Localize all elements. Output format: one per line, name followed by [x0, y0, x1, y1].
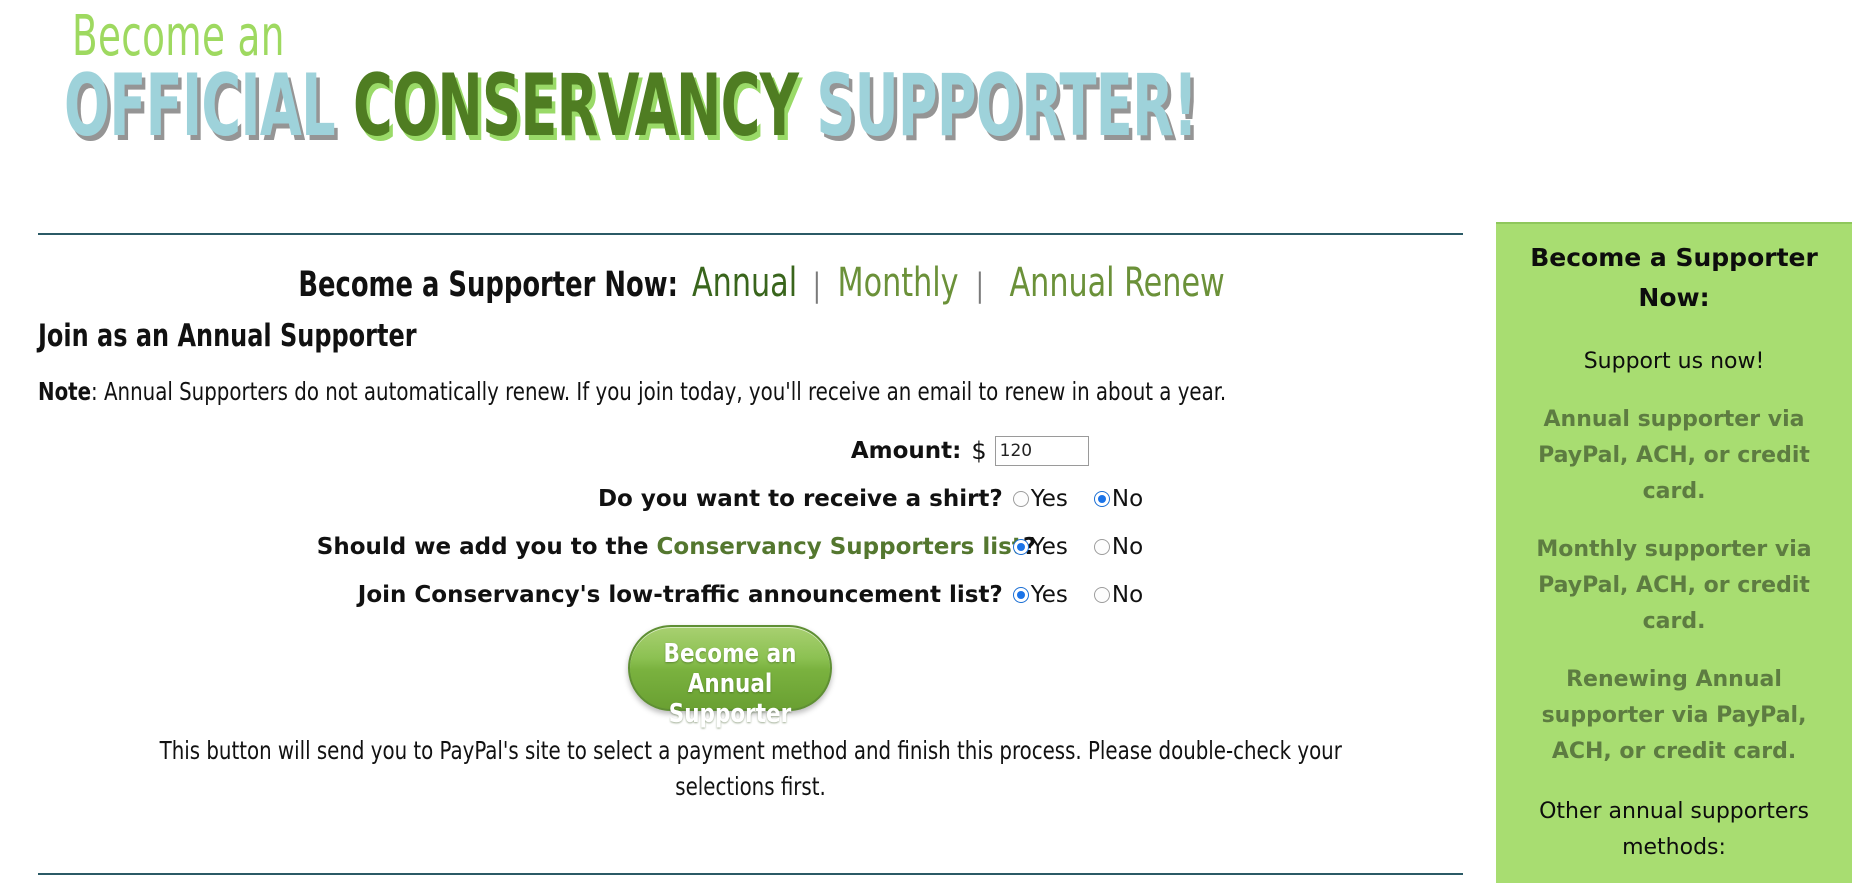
- nav-link-annual-renew[interactable]: Annual Renew: [1009, 260, 1224, 306]
- sidebar-link-annual[interactable]: Annual supporter via PayPal, ACH, or cre…: [1518, 402, 1830, 510]
- divider-bottom: [38, 873, 1463, 875]
- form-row-announcement-list: Join Conservancy's low-traffic announcem…: [0, 571, 1460, 619]
- banner-line-title: OFFICIAL CONSERVANCY SUPPORTER!: [64, 62, 1198, 150]
- conservancy-supporters-list-link[interactable]: Conservancy Supporters list: [657, 534, 1023, 560]
- paypal-disclaimer-line1: This button will send you to PayPal's si…: [159, 736, 1343, 765]
- supporters-list-option-no[interactable]: No: [1093, 534, 1144, 560]
- supporters-list-option-no-label: No: [1111, 534, 1144, 560]
- banner-word-supporter: SUPPORTER!: [816, 56, 1198, 156]
- paypal-disclaimer: This button will send you to PayPal's si…: [46, 733, 1456, 805]
- shirt-radio-group: Yes No: [1012, 486, 1144, 512]
- shirt-option-yes[interactable]: Yes: [1012, 486, 1068, 512]
- currency-symbol: $: [971, 437, 987, 465]
- supporter-form: Amount: $ Do you want to receive a shirt…: [0, 427, 1460, 619]
- page-banner: Become an OFFICIAL CONSERVANCY SUPPORTER…: [0, 0, 1500, 185]
- radio-circle-unchecked[interactable]: [1093, 539, 1110, 555]
- radio-circle-checked[interactable]: [1012, 539, 1029, 555]
- banner-word-official: OFFICIAL: [64, 56, 336, 156]
- paypal-disclaimer-line2: selections first.: [675, 772, 827, 801]
- nav-separator-1: |: [812, 266, 821, 304]
- sidebar-other-methods: Other annual supporters methods:: [1539, 799, 1809, 860]
- sidebar-become-supporter: Become a Supporter Now: Support us now! …: [1496, 222, 1852, 883]
- announcement-list-radio-group: Yes No: [1012, 582, 1144, 608]
- page-section-title: Join as an Annual Supporter: [38, 318, 417, 354]
- announcement-list-question-label: Join Conservancy's low-traffic announcem…: [357, 582, 1003, 608]
- announcement-list-option-no-label: No: [1111, 582, 1144, 608]
- nav-link-annual[interactable]: Annual: [692, 260, 797, 306]
- nav-link-monthly[interactable]: Monthly: [838, 260, 959, 306]
- announcement-list-option-no[interactable]: No: [1093, 582, 1144, 608]
- radio-circle-unchecked[interactable]: [1093, 587, 1110, 603]
- radio-circle-checked[interactable]: [1012, 587, 1029, 603]
- shirt-option-no[interactable]: No: [1093, 486, 1144, 512]
- shirt-question-label: Do you want to receive a shirt?: [597, 486, 1003, 512]
- supporters-list-question-label: Should we add you to the Conservancy Sup…: [316, 534, 1036, 560]
- amount-input[interactable]: [994, 436, 1089, 466]
- shirt-option-yes-label: Yes: [1030, 486, 1068, 512]
- banner-word-conservancy: CONSERVANCY: [353, 56, 799, 156]
- supporters-list-label-prefix: Should we add you to the: [316, 534, 657, 560]
- sidebar-heading: Become a Supporter Now:: [1530, 243, 1818, 312]
- announcement-list-option-yes-label: Yes: [1030, 582, 1068, 608]
- renewal-note: Note: Annual Supporters do not automatic…: [38, 377, 1288, 407]
- sidebar-link-monthly[interactable]: Monthly supporter via PayPal, ACH, or cr…: [1518, 532, 1830, 640]
- renewal-note-text: : Annual Supporters do not automatically…: [91, 377, 1227, 406]
- announcement-list-option-yes[interactable]: Yes: [1012, 582, 1068, 608]
- submit-button-wrapper: Become an Annual Supporter: [0, 625, 1460, 729]
- sidebar-link-renewing-annual[interactable]: Renewing Annual supporter via PayPal, AC…: [1518, 662, 1830, 770]
- sidebar-intro: Support us now!: [1583, 349, 1765, 374]
- divider-top: [38, 233, 1463, 235]
- radio-circle-unchecked[interactable]: [1012, 491, 1029, 507]
- shirt-option-no-label: No: [1111, 486, 1144, 512]
- supporter-nav-lead: Become a Supporter Now:: [298, 265, 678, 305]
- become-button-line2: Annual Supporter: [668, 669, 792, 729]
- supporters-list-option-yes[interactable]: Yes: [1012, 534, 1068, 560]
- radio-circle-checked[interactable]: [1093, 491, 1110, 507]
- become-button-line1: Become an: [663, 639, 797, 669]
- amount-label: Amount:: [850, 438, 962, 464]
- supporters-list-option-yes-label: Yes: [1030, 534, 1068, 560]
- main-content: Become a Supporter Now: Annual | Monthly…: [0, 185, 1500, 883]
- supporter-nav: Become a Supporter Now: Annual | Monthly…: [0, 260, 1460, 306]
- form-row-amount: Amount: $: [0, 427, 1460, 475]
- form-row-shirt: Do you want to receive a shirt? Yes No: [0, 475, 1460, 523]
- nav-separator-2: |: [975, 266, 984, 304]
- form-row-supporters-list: Should we add you to the Conservancy Sup…: [0, 523, 1460, 571]
- become-annual-supporter-button[interactable]: Become an Annual Supporter: [628, 625, 832, 729]
- supporters-list-radio-group: Yes No: [1012, 534, 1144, 560]
- renewal-note-label: Note: [38, 377, 92, 406]
